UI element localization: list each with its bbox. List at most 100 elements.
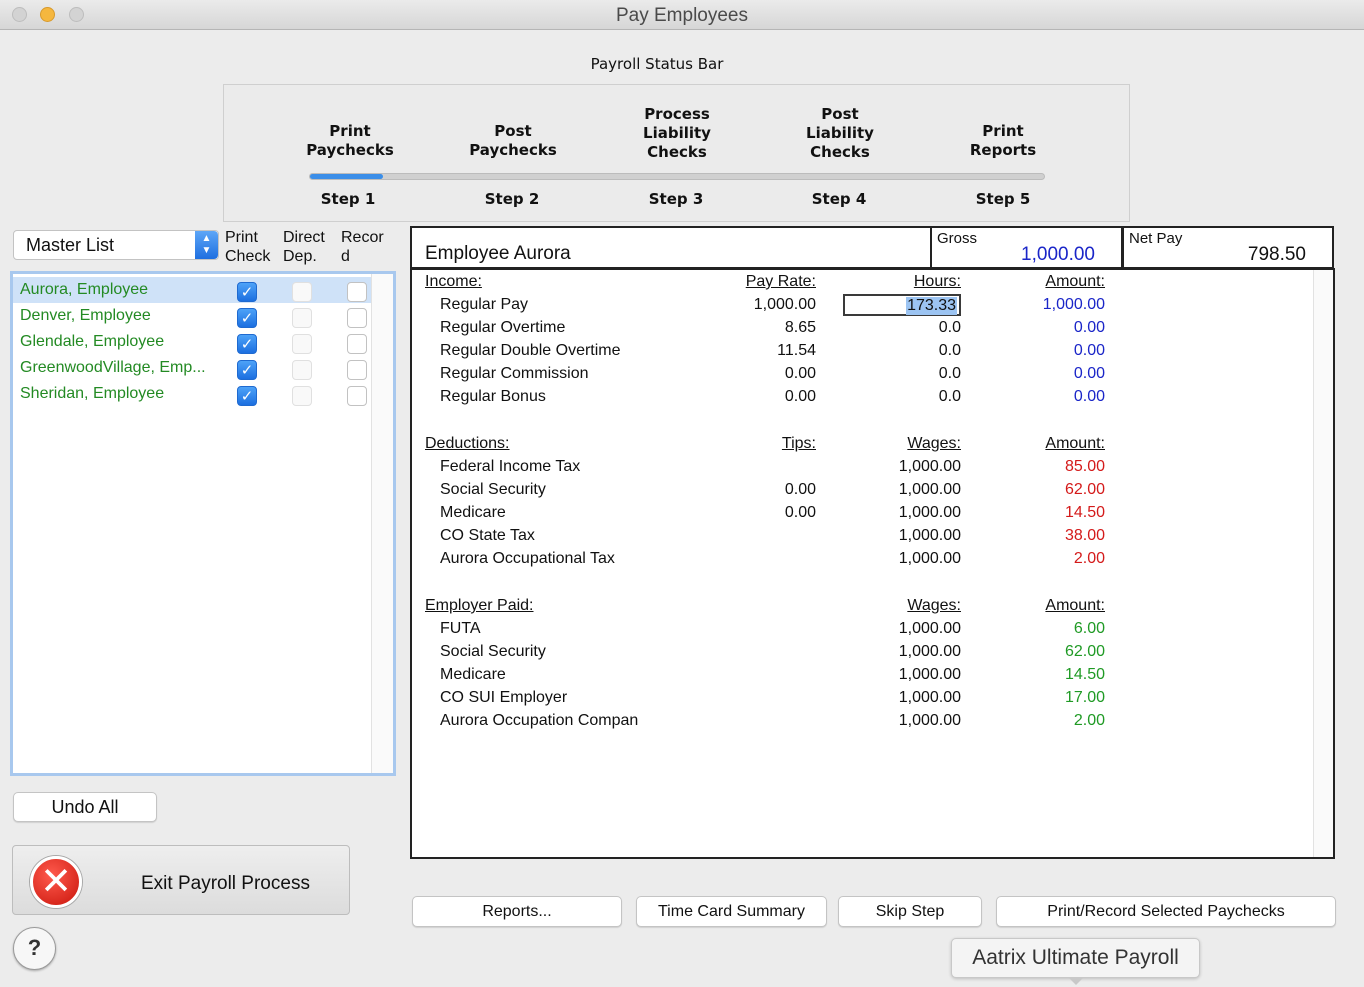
step-4-number: Step 4 [811,190,867,208]
column-header-line: Recor [341,229,384,246]
direct-dep-checkbox [292,386,312,406]
income-header: Income: [425,273,482,290]
employer-item-amount: 2.00 [1073,712,1105,729]
column-header-line: Dep. [283,248,317,265]
employer-wages-header: Wages: [907,597,961,614]
step-5-label: Print Reports [943,122,1063,160]
employer-item-amount: 17.00 [1064,689,1105,706]
step-2-number: Step 2 [484,190,540,208]
help-button[interactable]: ? [13,927,56,970]
print-check-checkbox[interactable]: ✓ [237,282,257,302]
deduction-name: Federal Income Tax [440,458,581,475]
employer-item-wages: 1,000.00 [898,689,961,706]
deductions-header: Deductions: [425,435,510,452]
step-5-label-line: Reports [969,141,1037,159]
employer-item-amount: 62.00 [1064,643,1105,660]
employee-name: Denver, Employee [20,307,151,324]
income-amount: 0.00 [1073,388,1105,405]
print-check-checkbox[interactable]: ✓ [237,334,257,354]
deduction-name: Medicare [440,504,506,521]
employee-row[interactable]: Denver, Employee ✓ [13,303,373,329]
employee-name: Glendale, Employee [20,333,165,350]
skip-step-button[interactable]: Skip Step [838,896,982,927]
deduction-wages: 1,000.00 [898,527,961,544]
paycheck-detail: Income: Pay Rate: Hours: Amount: Regular… [410,268,1335,859]
deduction-name: Social Security [440,481,546,498]
employee-row[interactable]: Glendale, Employee ✓ [13,329,373,355]
income-amount: 0.00 [1073,342,1105,359]
deduction-amount: 85.00 [1064,458,1105,475]
employer-paid-header: Employer Paid: [425,597,534,614]
income-rate: 11.54 [777,342,816,359]
status-progress-bar [309,173,1045,180]
employee-name: GreenwoodVillage, Emp... [20,359,206,376]
gross-label: Gross [937,230,978,247]
deduction-tips: 0.00 [784,504,816,521]
step-3-label: Process Liability Checks [617,105,737,162]
income-rate: 0.00 [784,388,816,405]
income-hours[interactable]: 0.0 [861,319,961,337]
employee-name: Aurora, Employee [20,281,149,298]
status-bar-caption: Payroll Status Bar [590,55,724,73]
deduction-amount: 38.00 [1064,527,1105,544]
regular-pay-hours-input[interactable]: 173.33 [843,294,961,316]
income-name: Regular Overtime [440,319,566,336]
detail-scrollbar[interactable] [1313,270,1333,857]
income-hours[interactable]: 0.0 [861,365,961,383]
employer-item-name: Medicare [440,666,506,683]
employer-item-name: Social Security [440,643,546,660]
employer-item-wages: 1,000.00 [898,620,961,637]
income-amount: 1,000.00 [1042,296,1105,313]
employee-row[interactable]: Sheridan, Employee ✓ [13,381,373,407]
deduction-amount: 14.50 [1064,504,1105,521]
column-header-record: Recor d [341,228,384,266]
print-check-checkbox[interactable]: ✓ [237,360,257,380]
income-name: Regular Commission [440,365,589,382]
exit-payroll-button[interactable]: ✕ Exit Payroll Process [12,845,350,915]
deduction-wages: 1,000.00 [898,458,961,475]
reports-button[interactable]: Reports... [412,896,622,927]
record-checkbox[interactable] [347,282,367,302]
record-checkbox[interactable] [347,386,367,406]
deduction-wages: 1,000.00 [898,481,961,498]
record-checkbox[interactable] [347,308,367,328]
print-check-checkbox[interactable]: ✓ [237,386,257,406]
income-hours[interactable]: 0.0 [861,342,961,360]
employee-row[interactable]: GreenwoodVillage, Emp... ✓ [13,355,373,381]
close-icon: ✕ [30,856,82,908]
employee-row[interactable]: Aurora, Employee ✓ [13,277,373,303]
status-progress-fill [310,174,384,179]
step-3-label-line: Checks [647,143,707,161]
hours-input-value: 173.33 [906,297,957,315]
record-checkbox[interactable] [347,334,367,354]
payroll-status-bar: Print Paychecks Post Paychecks Process L… [223,84,1130,222]
employee-name: Sheridan, Employee [20,385,165,402]
employee-list-scrollbar[interactable] [371,274,393,773]
step-3-number: Step 3 [648,190,704,208]
employee-list-select[interactable]: Master List ▲ ▼ [13,230,219,260]
deduction-name: CO State Tax [440,527,535,544]
direct-dep-checkbox [292,282,312,302]
print-check-checkbox[interactable]: ✓ [237,308,257,328]
income-rate: 1,000.00 [753,296,816,313]
step-4-label-line: Liability [806,124,874,142]
time-card-summary-button[interactable]: Time Card Summary [636,896,827,927]
record-checkbox[interactable] [347,360,367,380]
brand-tab-pointer [1068,977,1084,985]
step-1-label-line: Print [329,122,371,140]
step-4-label: Post Liability Checks [780,105,900,162]
undo-all-button[interactable]: Undo All [13,792,157,822]
income-hours[interactable]: 0.0 [861,388,961,406]
deduction-name: Aurora Occupational Tax [440,550,615,567]
income-amount: 0.00 [1073,319,1105,336]
employee-list[interactable]: Aurora, Employee ✓ Denver, Employee ✓ Gl… [10,271,396,776]
employer-item-wages: 1,000.00 [898,712,961,729]
deduction-amount-header: Amount: [1045,435,1105,452]
net-pay-value: 798.50 [1247,244,1306,265]
print-record-paychecks-button[interactable]: Print/Record Selected Paychecks [996,896,1336,927]
step-2-label-line: Paychecks [469,141,557,159]
employer-item-name: CO SUI Employer [440,689,568,706]
column-header-line: d [341,248,350,265]
income-name: Regular Pay [440,296,529,313]
step-3-label-line: Liability [643,124,711,142]
